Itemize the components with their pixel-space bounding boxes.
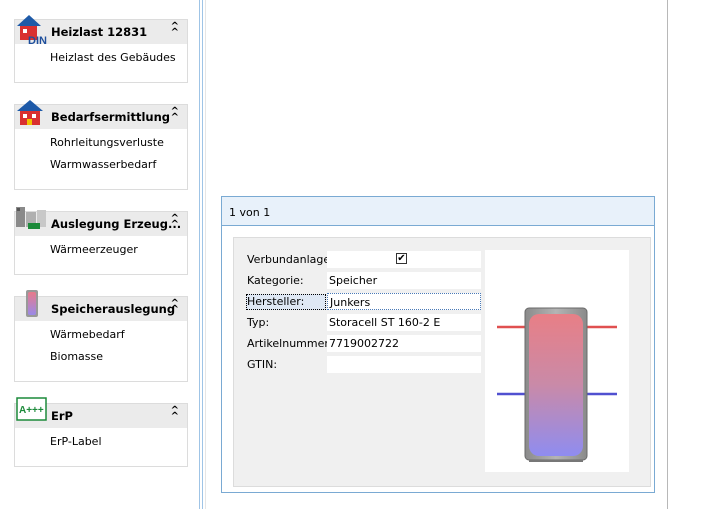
- panel-header-speicherauslegung[interactable]: Speicherauslegung ^ ^: [15, 290, 187, 321]
- panel-title: Heizlast 12831: [51, 25, 148, 39]
- collapse-chevron-icon[interactable]: ^ ^: [171, 214, 179, 230]
- field-label: Typ:: [247, 316, 270, 329]
- svg-text:DIN: DIN: [28, 35, 47, 46]
- field-label: Kategorie:: [247, 274, 304, 287]
- panel-speicherauslegung: Speicherauslegung ^ ^ Wärmebedarf Biomass…: [14, 290, 188, 382]
- field-label: Artikelnummer:: [247, 337, 333, 350]
- pager-label: 1 von 1: [229, 206, 271, 219]
- panel-heizlast: DIN Heizlast 12831 ^ ^ Heizlast des Gebäu…: [14, 15, 188, 83]
- din-house-icon: DIN: [17, 15, 47, 46]
- content-edge: [205, 0, 206, 509]
- collapse-chevron-icon[interactable]: ^ ^: [171, 299, 179, 315]
- verbundanlage-checkbox[interactable]: ✔: [396, 253, 407, 264]
- product-image-box: [485, 250, 629, 472]
- nav-item-erp-label[interactable]: ErP-Label: [50, 434, 187, 456]
- nav-item-biomasse[interactable]: Biomasse: [50, 349, 187, 371]
- svg-text:A+++: A+++: [19, 405, 44, 416]
- collapse-chevron-icon[interactable]: ^ ^: [171, 406, 179, 422]
- splitter-right: [202, 0, 203, 509]
- erp-label-icon: A+++: [16, 397, 47, 421]
- panel-erp: A+++ ErP ^ ^ ErP-Label: [14, 397, 188, 467]
- panel-bedarfsermittlung: Bedarfsermittlung ^ ^ Rohrleitungsverlust…: [14, 100, 188, 190]
- field-value[interactable]: [327, 356, 481, 373]
- storage-tank-icon: [26, 290, 38, 317]
- field-value[interactable]: Storacell ST 160-2 E: [327, 314, 481, 331]
- nav-item-warmwasserbedarf[interactable]: Warmwasserbedarf: [50, 157, 187, 179]
- field-label: Verbundanlage:: [247, 253, 334, 266]
- panel-header-heizlast[interactable]: DIN Heizlast 12831 ^ ^: [15, 15, 187, 46]
- nav-item-rohrleitungsverluste[interactable]: Rohrleitungsverluste: [50, 135, 187, 157]
- panel-header-erp[interactable]: A+++ ErP ^ ^: [15, 397, 187, 428]
- panel-auslegung-erzeuger: Auslegung Erzeug... ^ ^ Wärmeerzeuger: [14, 207, 188, 275]
- sidebar: DIN Heizlast 12831 ^ ^ Heizlast des Gebäu…: [0, 0, 200, 509]
- panel-header-bedarfsermittlung[interactable]: Bedarfsermittlung ^ ^: [15, 100, 187, 129]
- panel-title: Bedarfsermittlung: [51, 110, 171, 124]
- nav-item-heizlast-gebaeude[interactable]: Heizlast des Gebäudes: [50, 50, 187, 72]
- panel-title: Speicherauslegung: [51, 302, 176, 316]
- nav-item-waermeerzeuger[interactable]: Wärmeerzeuger: [50, 242, 187, 264]
- nav-item-waermebedarf[interactable]: Wärmebedarf: [50, 327, 187, 349]
- collapse-chevron-icon[interactable]: ^ ^: [171, 22, 179, 38]
- scroll-edge: [667, 0, 668, 509]
- splitter-left[interactable]: [199, 0, 200, 509]
- field-value[interactable]: Junkers: [327, 293, 481, 310]
- panel-header-auslegung-erzeuger[interactable]: Auslegung Erzeug... ^ ^: [15, 207, 187, 236]
- pager-header: 1 von 1: [222, 197, 654, 226]
- heat-generator-icon: [16, 207, 46, 229]
- panel-title: ErP: [51, 409, 73, 423]
- field-label: Hersteller:: [246, 294, 326, 310]
- product-detail-frame: 1 von 1 Verbundanlage: ✔ Kategorie: Spei…: [221, 196, 655, 493]
- field-value[interactable]: Speicher: [327, 272, 481, 289]
- field-value-box: ✔: [327, 251, 481, 268]
- field-label: GTIN:: [247, 358, 278, 371]
- hot-water-storage-tank-image: [497, 307, 617, 462]
- field-value[interactable]: 7719002722: [327, 335, 481, 352]
- panel-title: Auslegung Erzeug...: [51, 217, 182, 231]
- product-details-panel: Verbundanlage: ✔ Kategorie: Speicher Her…: [233, 237, 651, 487]
- collapse-chevron-icon[interactable]: ^ ^: [171, 107, 179, 123]
- house-icon: [17, 100, 43, 125]
